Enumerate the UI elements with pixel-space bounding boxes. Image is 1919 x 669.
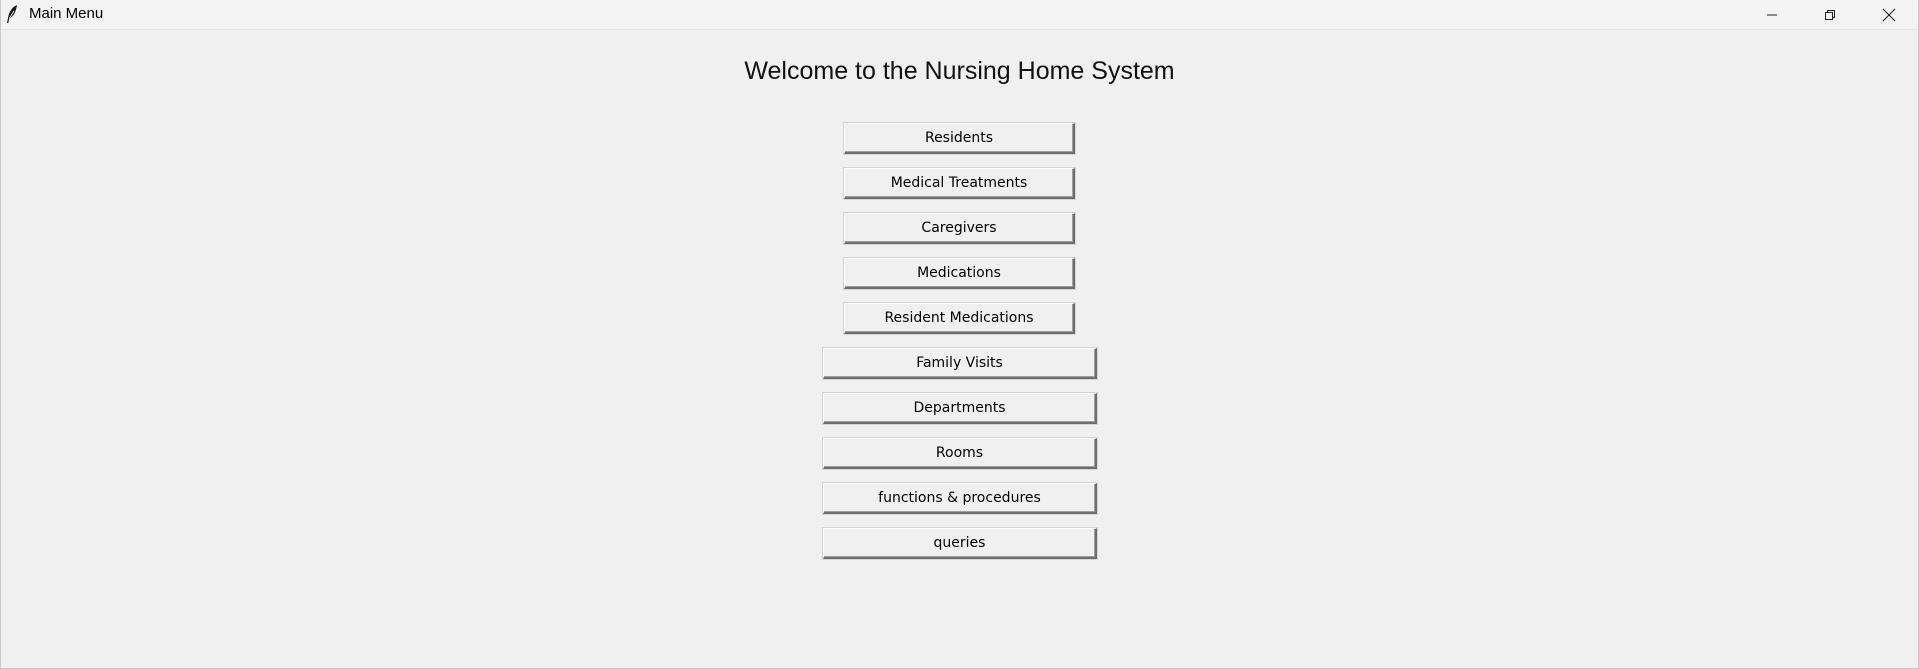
main-menu-window: Main Menu Welcome to the Nursing Home Sy… [0, 0, 1919, 669]
departments-button[interactable]: Departments [823, 393, 1097, 424]
feather-icon [5, 4, 21, 24]
close-icon [1882, 8, 1896, 22]
title-bar[interactable]: Main Menu [1, 0, 1918, 30]
medical-treatments-button[interactable]: Medical Treatments [844, 168, 1075, 199]
family-visits-button[interactable]: Family Visits [823, 348, 1097, 379]
functions-procedures-button[interactable]: functions & procedures [823, 483, 1097, 514]
residents-button[interactable]: Residents [844, 123, 1075, 154]
restore-button[interactable] [1801, 0, 1859, 29]
window-title: Main Menu [29, 5, 104, 22]
minimize-icon [1766, 9, 1778, 21]
medications-button[interactable]: Medications [844, 258, 1075, 289]
resident-medications-button[interactable]: Resident Medications [844, 303, 1075, 334]
restore-icon [1824, 9, 1836, 21]
main-content: Welcome to the Nursing Home System Resid… [1, 30, 1918, 668]
minimize-button[interactable] [1743, 0, 1801, 29]
caregivers-button[interactable]: Caregivers [844, 213, 1075, 244]
queries-button[interactable]: queries [823, 528, 1097, 559]
rooms-button[interactable]: Rooms [823, 438, 1097, 469]
page-title: Welcome to the Nursing Home System [744, 57, 1175, 85]
close-button[interactable] [1860, 0, 1918, 29]
